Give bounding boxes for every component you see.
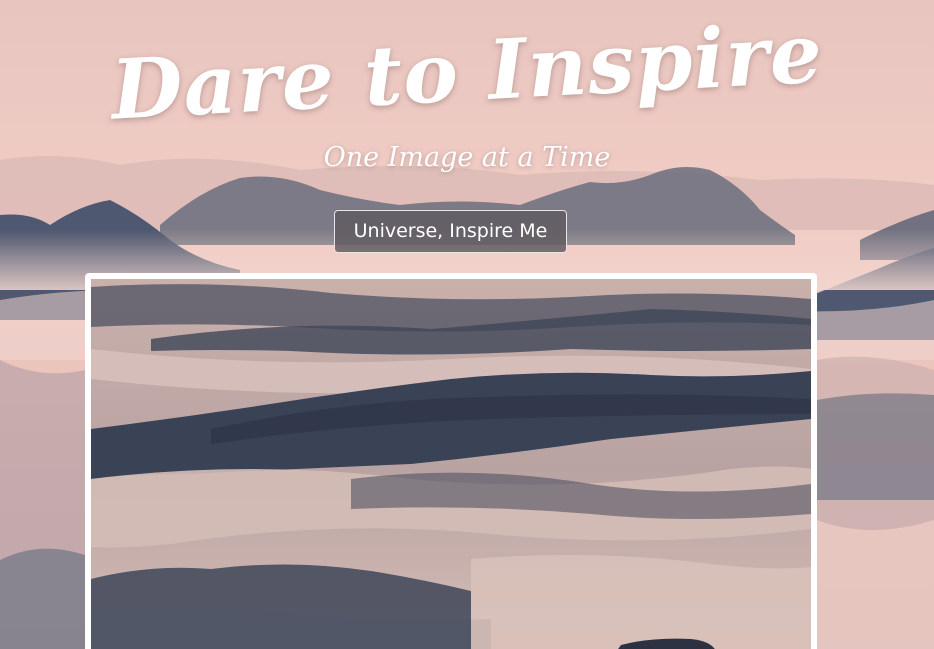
inspire-me-button[interactable]: Universe, Inspire Me — [334, 210, 567, 253]
featured-image-landscape — [91, 279, 811, 649]
page-subtitle: One Image at a Time — [323, 142, 611, 173]
featured-image — [85, 273, 817, 649]
